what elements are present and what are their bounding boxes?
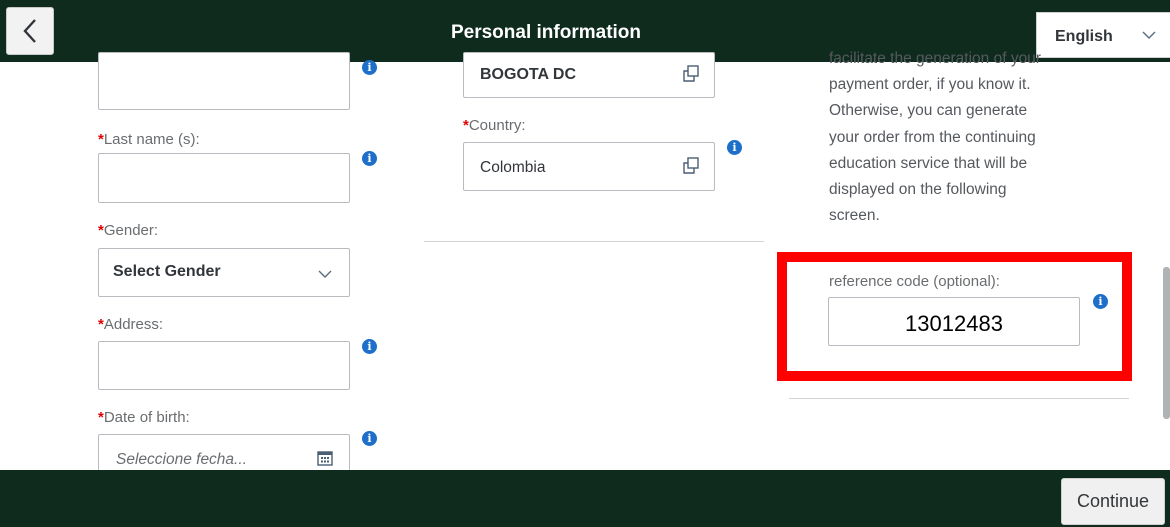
value-help-icon[interactable]: [682, 157, 700, 175]
date-of-birth-label: *Date of birth:: [98, 409, 190, 426]
chevron-down-icon: [318, 270, 332, 278]
value-help-icon[interactable]: [682, 65, 700, 83]
calendar-icon[interactable]: [317, 450, 333, 466]
scrollbar-thumb[interactable]: [1163, 267, 1170, 419]
footer-bar: [0, 470, 1170, 527]
language-select-value: English: [1055, 28, 1113, 45]
highlight-annotation: [777, 252, 1132, 381]
address-field[interactable]: [98, 341, 350, 390]
gender-label: *Gender:: [98, 222, 159, 239]
city-field[interactable]: BOGOTA DC: [463, 52, 715, 98]
date-of-birth-placeholder: Seleccione fecha...: [116, 451, 247, 468]
country-label: *Country:: [463, 117, 526, 134]
section-divider: [424, 241, 764, 242]
chevron-down-icon: [1142, 31, 1156, 39]
info-icon[interactable]: i: [362, 60, 377, 75]
last-name-label: *Last name (s):: [98, 131, 200, 148]
address-label: *Address:: [98, 316, 164, 333]
last-name-field[interactable]: [98, 153, 350, 203]
reference-help-text: facilitate the generation of your paymen…: [829, 50, 1041, 225]
info-icon[interactable]: i: [362, 151, 377, 166]
info-icon[interactable]: i: [362, 339, 377, 354]
section-divider: [789, 398, 1129, 399]
first-name-field[interactable]: [98, 52, 350, 110]
country-value: Colombia: [480, 159, 546, 176]
gender-select[interactable]: Select Gender: [98, 248, 350, 297]
info-icon[interactable]: i: [362, 431, 377, 446]
country-field[interactable]: Colombia: [463, 142, 715, 191]
gender-select-value: Select Gender: [113, 263, 221, 280]
continue-button[interactable]: Continue: [1061, 478, 1165, 525]
city-value: BOGOTA DC: [480, 66, 576, 83]
info-icon[interactable]: i: [727, 140, 742, 155]
